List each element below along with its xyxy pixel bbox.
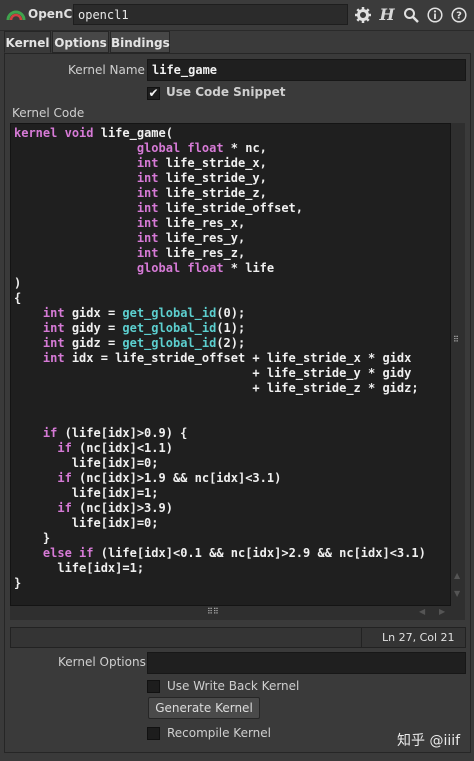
use-write-back-kernel-label: Use Write Back Kernel	[167, 679, 300, 693]
code-horizontal-scrollbar[interactable]: ⠿⠿ ◀ ▶	[10, 606, 465, 620]
kernel-code-text[interactable]: kernel void life_game( global float * nc…	[11, 124, 450, 591]
kernel-options-field[interactable]	[147, 652, 466, 674]
recompile-kernel-label: Recompile Kernel	[167, 726, 271, 740]
use-code-snippet-label: Use Code Snippet	[166, 85, 286, 99]
houdini-h-icon[interactable]: H	[376, 4, 398, 26]
opencl-node-icon	[6, 10, 26, 21]
kernel-code-editor[interactable]: kernel void life_game( global float * nc…	[10, 123, 451, 606]
node-header-bar: OpenCL opencl1 H ?	[0, 0, 474, 31]
kernel-options-label: Kernel Options	[58, 655, 146, 669]
use-code-snippet-checkbox[interactable]: ✔	[147, 87, 160, 100]
info-icon[interactable]	[424, 4, 446, 26]
svg-text:?: ?	[456, 11, 462, 22]
scroll-down-arrow-icon[interactable]: ▼	[454, 589, 460, 598]
tab-options[interactable]: Options	[52, 31, 109, 53]
tab-bindings[interactable]: Bindings	[110, 31, 170, 53]
use-write-back-kernel-checkbox[interactable]	[147, 680, 160, 693]
tab-kernel[interactable]: Kernel	[4, 31, 51, 53]
resize-grip-icon[interactable]: ⠿⠿	[207, 607, 219, 616]
editor-status-bar: Ln 27, Col 21	[10, 627, 466, 648]
kernel-name-field[interactable]: life_game	[147, 59, 466, 81]
cursor-position: Ln 27, Col 21	[382, 631, 455, 644]
status-divider	[361, 628, 362, 647]
scroll-up-arrow-icon[interactable]: ▲	[454, 571, 460, 580]
gear-icon[interactable]	[352, 4, 374, 26]
kernel-code-label: Kernel Code	[12, 106, 85, 120]
scroll-left-arrow-icon[interactable]: ◀	[419, 607, 425, 616]
kernel-name-label: Kernel Name	[68, 63, 145, 77]
scroll-grip-icon[interactable]: ⠿	[453, 336, 463, 347]
node-name-field[interactable]: opencl1	[73, 4, 348, 25]
watermark: 知乎 @iiif	[397, 733, 461, 749]
generate-kernel-button[interactable]: Generate Kernel	[148, 697, 260, 719]
scroll-right-arrow-icon[interactable]: ▶	[439, 607, 445, 616]
search-icon[interactable]	[400, 4, 422, 26]
code-vertical-scrollbar[interactable]: ⠿ ▲ ▼	[451, 123, 465, 606]
recompile-kernel-checkbox[interactable]	[147, 727, 160, 740]
help-icon[interactable]: ?	[448, 4, 470, 26]
